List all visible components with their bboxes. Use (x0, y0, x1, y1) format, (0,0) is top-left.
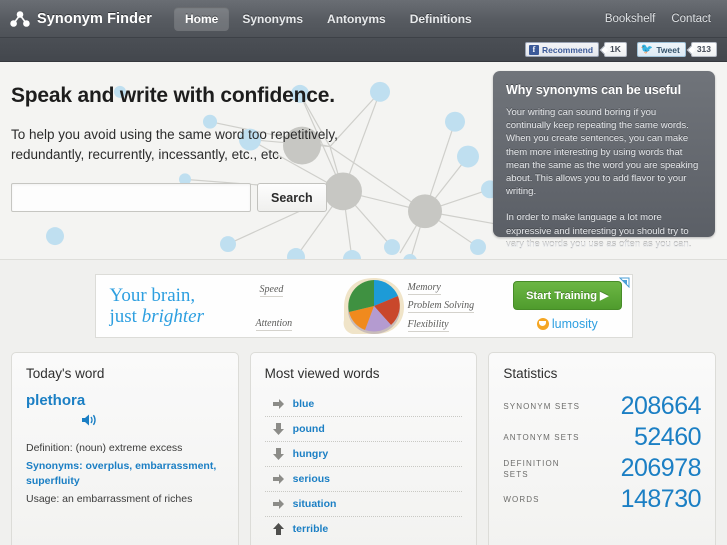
twitter-bird-icon: 🐦 (640, 43, 654, 55)
nav-item-definitions[interactable]: Definitions (399, 7, 483, 31)
node-graph-icon (10, 10, 30, 27)
statistics-row-synonym-sets: Synonym sets 208664 (503, 392, 701, 421)
twitter-count[interactable]: 313 (690, 42, 717, 57)
info-card-paragraph-1: Your writing can sound boring if you con… (506, 107, 699, 198)
lumosity-wordmark: lumosity (551, 317, 598, 331)
nav-item-synonyms[interactable]: Synonyms (231, 7, 314, 31)
brand-name: Synonym Finder (37, 10, 152, 27)
ad-label-speed: Speed (259, 284, 284, 297)
list-item[interactable]: pound (264, 417, 463, 442)
todays-word-value[interactable]: plethora (26, 392, 224, 409)
most-viewed-word[interactable]: blue (293, 398, 315, 410)
list-item[interactable]: situation (264, 492, 463, 517)
most-viewed-word[interactable]: pound (293, 423, 325, 435)
lumosity-smiley-icon (536, 318, 549, 330)
statistic-label: Words (503, 495, 540, 504)
ad-brain-pie-chart: Speed Memory Problem Solving Attention F… (255, 275, 498, 337)
twitter-share-group: 🐦 Tweet 313 (636, 42, 717, 57)
search-input[interactable] (11, 183, 251, 212)
statistics-title: Statistics (503, 366, 558, 381)
todays-word-usage: Usage: an embarrassment of riches (26, 493, 193, 505)
ad-label-problem-solving: Problem Solving (407, 300, 475, 313)
site-header: Synonym Finder Home Synonyms Antonyms De… (0, 0, 727, 38)
todays-word-definition: Definition: (noun) extreme excess (26, 442, 183, 454)
synonyms-label: Synonyms: (26, 460, 83, 472)
advertisement-area: Your brain, just brighter Speed Memory P… (0, 260, 727, 352)
search-button[interactable]: Search (257, 183, 327, 212)
list-item[interactable]: hungry (264, 442, 463, 467)
facebook-recommend-label: Recommend (542, 44, 594, 55)
facebook-icon: f (529, 44, 539, 55)
ad-headline: Your brain, just brighter (96, 285, 256, 327)
list-item[interactable]: blue (264, 392, 463, 417)
statistics-row-definition-sets: Definition sets 206978 (503, 454, 701, 483)
synonym-link-1[interactable]: embarrassment (135, 460, 213, 472)
statistic-value: 206978 (620, 454, 702, 482)
social-share-bar: f Recommend 1K 🐦 Tweet 313 (0, 38, 727, 62)
synonym-link-2[interactable]: superfluity (26, 475, 80, 487)
arrow-down-icon (272, 423, 284, 435)
facebook-recommend-button[interactable]: f Recommend (525, 42, 600, 57)
ad-headline-line1: Your brain, (109, 285, 196, 306)
facebook-share-group: f Recommend 1K (525, 42, 627, 57)
statistic-value: 148730 (620, 485, 702, 513)
lumosity-ad-banner[interactable]: Your brain, just brighter Speed Memory P… (94, 274, 633, 338)
twitter-tweet-label: Tweet (656, 44, 680, 55)
statistic-value: 52460 (633, 423, 702, 451)
arrow-right-icon (272, 399, 284, 409)
ad-cta-group: Start Training ▶ lumosity (513, 281, 631, 331)
facebook-count[interactable]: 1K (604, 42, 627, 57)
statistic-label: Definition sets (503, 458, 560, 479)
most-viewed-word[interactable]: terrible (293, 523, 329, 535)
secondary-nav: Bookshelf Contact (605, 13, 717, 25)
list-item[interactable]: terrible (265, 517, 463, 541)
nav-link-bookshelf[interactable]: Bookshelf (605, 13, 656, 25)
info-card-paragraph-2: In order to make language a lot more exp… (506, 212, 692, 250)
ad-label-flexibility: Flexibility (407, 319, 449, 332)
todays-word-synonyms: Synonyms: overplus, embarrassment, super… (26, 460, 217, 487)
nav-item-home[interactable]: Home (174, 6, 230, 31)
statistics-row-words: Words 148730 (503, 485, 701, 514)
statistic-label: Antonym sets (503, 433, 580, 442)
most-viewed-word[interactable]: serious (293, 473, 330, 485)
synonym-link-0[interactable]: overplus (86, 460, 130, 472)
panel-statistics: Statistics Synonym sets 208664 Antonym s… (488, 352, 717, 545)
lumosity-logo: lumosity (513, 317, 621, 331)
ad-headline-line2: just brighter (109, 306, 204, 327)
content-panels: Today's word plethora Definition: (noun)… (0, 352, 727, 545)
todays-word-title: Today's word (26, 366, 105, 381)
nav-link-contact[interactable]: Contact (671, 13, 711, 25)
hero-subtitle: To help you avoid using the same word to… (11, 127, 338, 162)
arrow-down-icon (272, 448, 284, 460)
search-form: Search (11, 183, 480, 212)
panel-most-viewed-words: Most viewed words blue pound hungry seri… (249, 352, 478, 545)
most-viewed-title: Most viewed words (264, 366, 380, 381)
statistic-label: Synonym sets (503, 402, 581, 411)
arrow-right-icon (272, 499, 284, 509)
main-nav: Home Synonyms Antonyms Definitions (174, 6, 483, 31)
statistic-value: 208664 (620, 392, 702, 420)
hero-section: Speak and write with confidence. To help… (0, 62, 727, 260)
info-card-title: Why synonyms can be useful (506, 83, 682, 97)
arrow-right-icon (272, 474, 284, 484)
nav-item-antonyms[interactable]: Antonyms (316, 7, 397, 31)
brand-logo-group[interactable]: Synonym Finder (10, 10, 152, 28)
hero-title: Speak and write with confidence. (11, 84, 335, 107)
ad-label-attention: Attention (255, 318, 293, 331)
ad-label-memory: Memory (407, 282, 442, 295)
list-item[interactable]: serious (264, 467, 463, 492)
panel-todays-word: Today's word plethora Definition: (noun)… (11, 352, 239, 545)
info-card: Why synonyms can be useful Your writing … (493, 71, 715, 250)
arrow-up-icon (272, 523, 284, 535)
hero-content: Speak and write with confidence. To help… (0, 62, 480, 212)
adchoices-icon[interactable] (618, 277, 630, 288)
speaker-icon[interactable] (81, 413, 98, 432)
statistics-row-antonym-sets: Antonym sets 52460 (503, 423, 701, 452)
most-viewed-word[interactable]: hungry (293, 448, 329, 460)
most-viewed-word[interactable]: situation (293, 498, 337, 510)
twitter-tweet-button[interactable]: 🐦 Tweet (636, 42, 686, 57)
start-training-button[interactable]: Start Training ▶ (513, 281, 622, 310)
